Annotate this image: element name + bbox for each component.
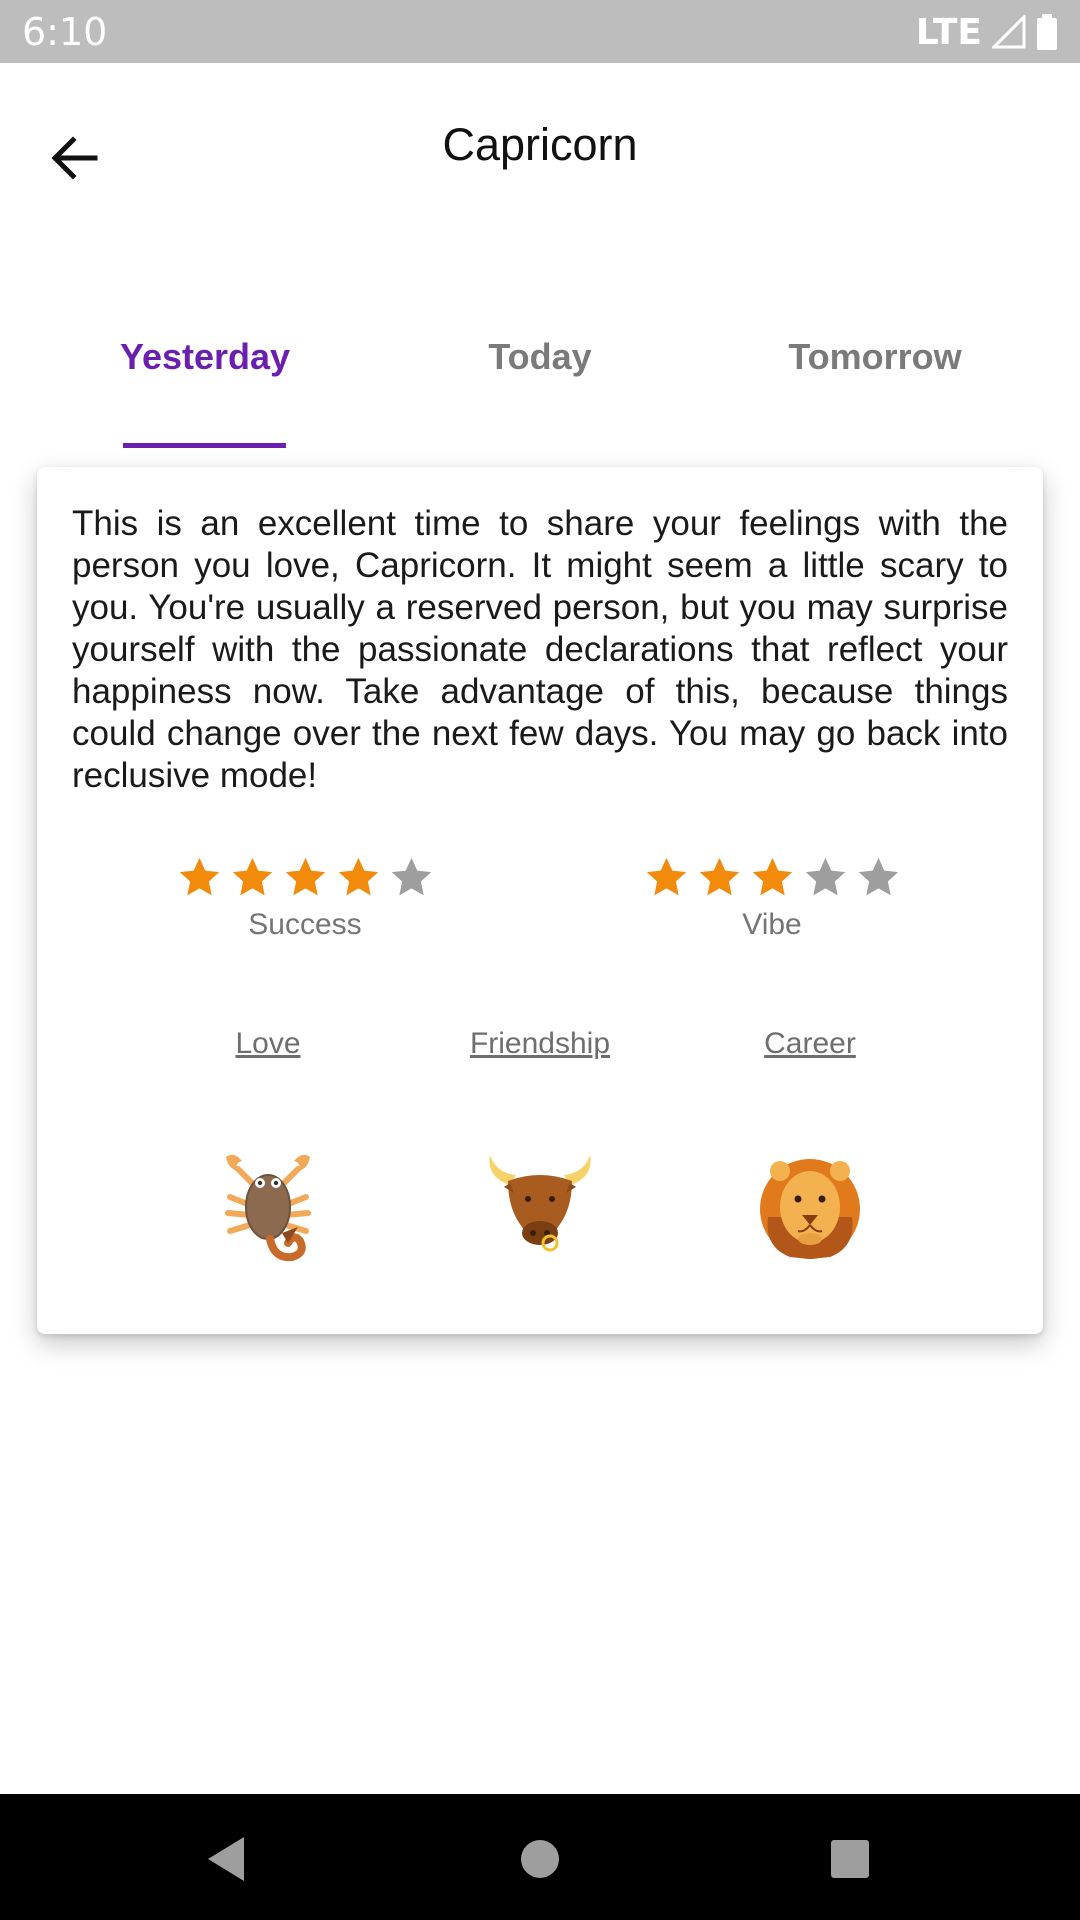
horoscope-text: This is an excellent time to share your … xyxy=(72,504,1008,795)
day-tabs: Yesterday Today Tomorrow xyxy=(0,300,1080,450)
success-rating: Success xyxy=(155,855,455,942)
star-row xyxy=(155,855,455,900)
career-link[interactable]: Career xyxy=(690,1027,930,1061)
star-empty-icon xyxy=(858,857,898,896)
network-type: LTE xyxy=(915,11,982,53)
home-circle-icon xyxy=(521,1840,559,1878)
nav-home-button[interactable] xyxy=(510,1829,570,1889)
nav-recents-button[interactable] xyxy=(820,1829,880,1889)
love-link[interactable]: Love xyxy=(148,1027,388,1061)
star-empty-icon xyxy=(805,857,845,896)
vibe-rating: Vibe xyxy=(622,855,922,942)
tab-indicator xyxy=(123,443,286,448)
rating-label: Vibe xyxy=(742,908,802,941)
lion-icon[interactable] xyxy=(750,1147,870,1267)
star-filled-icon xyxy=(699,857,739,896)
friendship-link[interactable]: Friendship xyxy=(420,1027,660,1061)
compatibility-signs xyxy=(37,1147,1043,1277)
battery-icon xyxy=(1037,14,1057,50)
page-title: Capricorn xyxy=(442,119,638,170)
horoscope-card: This is an excellent time to share your … xyxy=(37,467,1043,1334)
tab-tomorrow[interactable]: Tomorrow xyxy=(705,300,1045,450)
compatibility-links: Love Friendship Career xyxy=(37,1027,1043,1077)
tab-yesterday[interactable]: Yesterday xyxy=(35,300,375,450)
tab-today[interactable]: Today xyxy=(370,300,710,450)
star-filled-icon xyxy=(179,857,219,896)
back-triangle-icon xyxy=(208,1837,244,1881)
star-empty-icon xyxy=(391,857,431,896)
rating-label: Success xyxy=(248,908,362,941)
status-indicators: LTE xyxy=(916,10,1058,54)
scorpion-icon[interactable] xyxy=(208,1147,328,1267)
star-filled-icon xyxy=(646,857,686,896)
system-nav-bar xyxy=(0,1794,1080,1920)
recents-square-icon xyxy=(831,1840,869,1878)
tab-label: Today xyxy=(488,336,592,377)
star-filled-icon xyxy=(752,857,792,896)
nav-back-button[interactable] xyxy=(196,1829,256,1889)
status-bar: 6:10 LTE xyxy=(0,0,1080,63)
star-filled-icon xyxy=(232,857,272,896)
star-filled-icon xyxy=(285,857,325,896)
star-filled-icon xyxy=(338,857,378,896)
tab-label: Yesterday xyxy=(119,336,291,377)
app-bar: Capricorn xyxy=(0,63,1080,233)
star-row xyxy=(622,855,922,900)
signal-icon xyxy=(992,15,1026,49)
status-time: 6:10 xyxy=(22,10,108,54)
tab-label: Tomorrow xyxy=(788,336,962,377)
bull-icon[interactable] xyxy=(480,1147,600,1267)
